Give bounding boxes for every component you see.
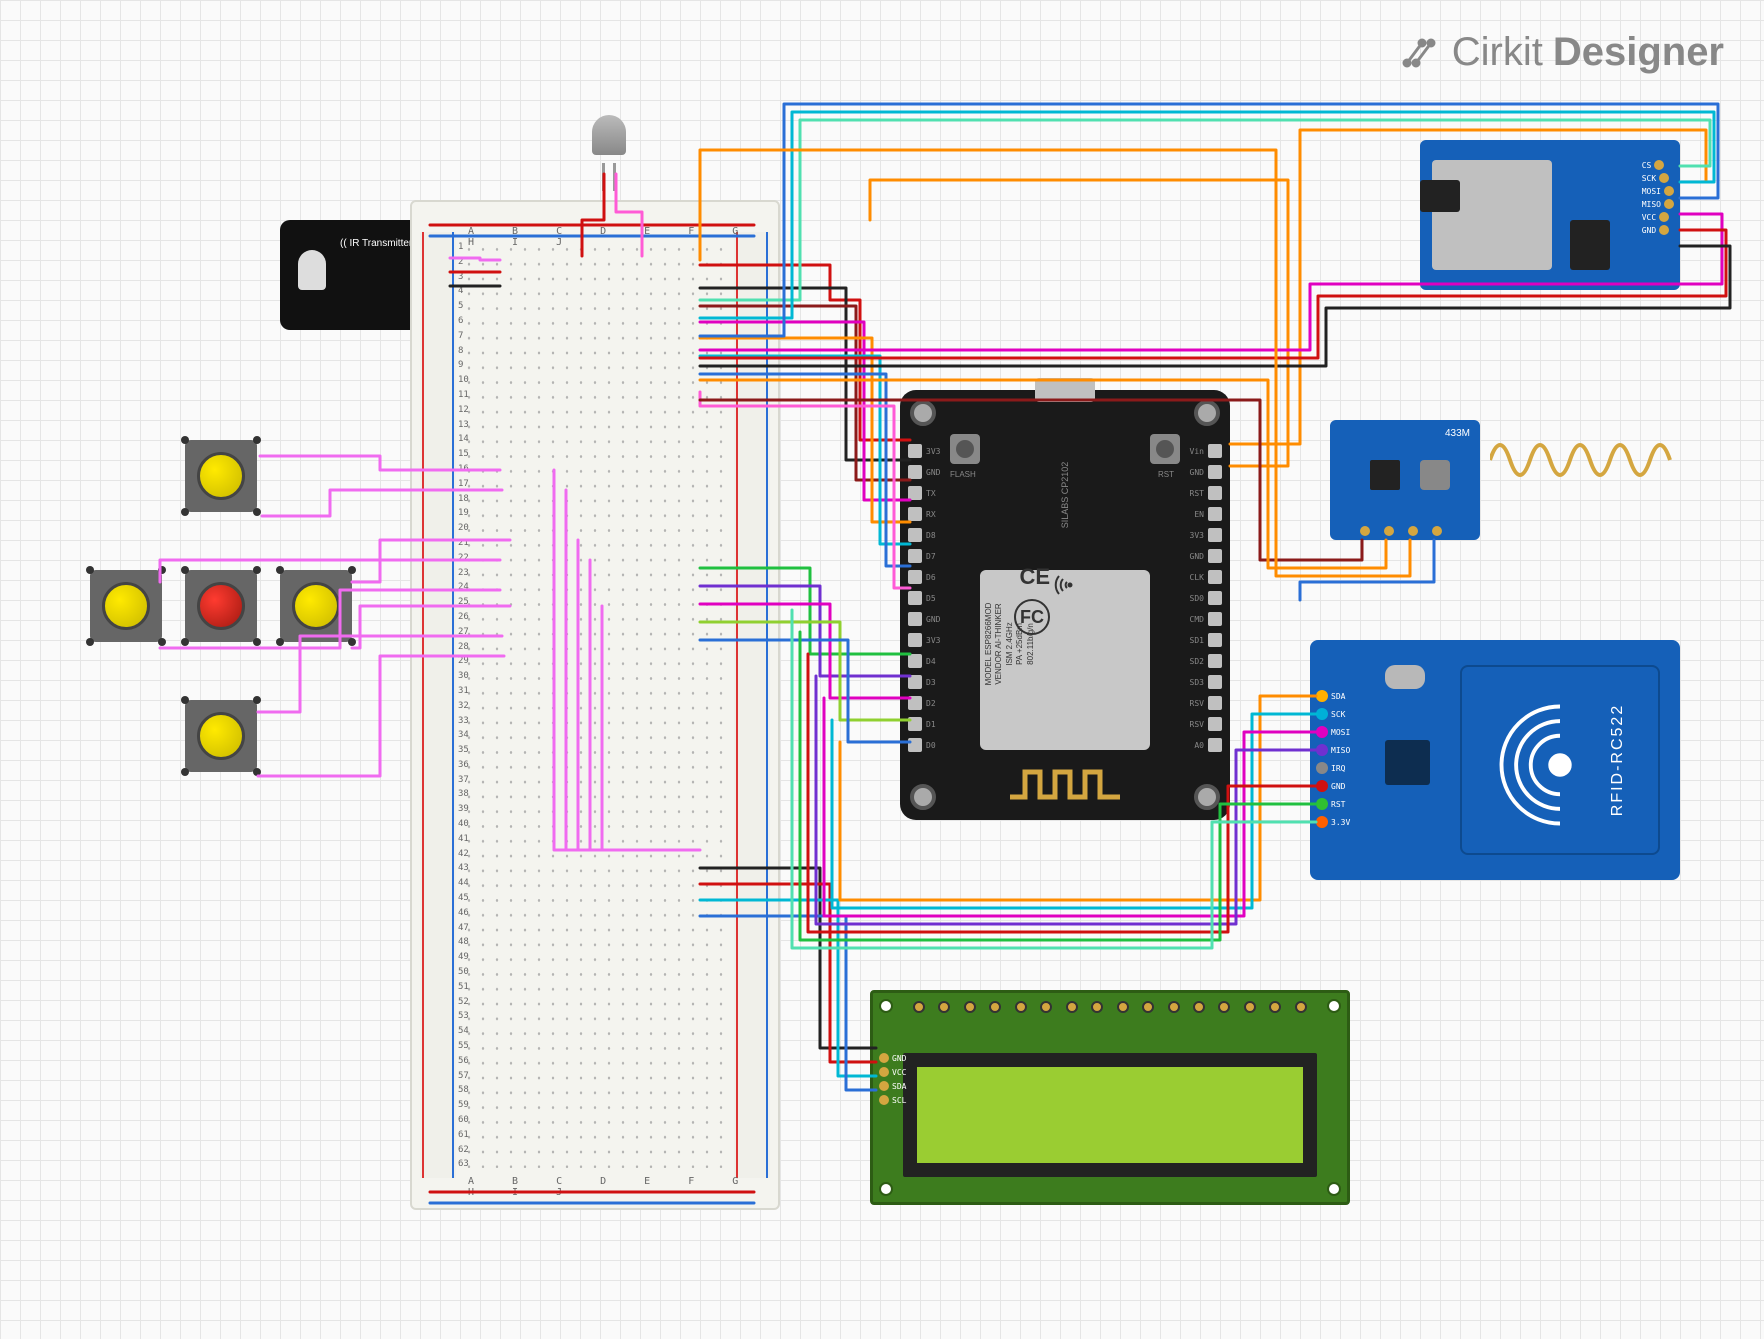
rfid-label: RFID-RC522 [1609,704,1627,816]
lcd-16x2-i2c: GNDVCCSDASCL [870,990,1350,1205]
breadboard-col-labels-bottom: A B C D E F G H I J [468,1176,778,1198]
reset-label: RST [1158,470,1174,479]
usb-chip-label: SILABS CP2102 [1060,445,1070,545]
rf-crystal-icon [1420,460,1450,490]
brand-name-1: Cirkit [1452,30,1543,75]
breadboard-rail-right [734,232,770,1178]
breadboard-rail-left [420,232,456,1178]
rfid-rc522-module: RFID-RC522 SDASCKMOSIMISOIRQGNDRST3.3V [1310,640,1680,880]
button-up[interactable] [185,440,257,512]
ir-tx-label: (( IR Transmitter [340,238,412,249]
breadboard-holes [462,242,728,1168]
rf-433-module: 433M [1330,420,1480,540]
brand-logo: Cirkit Designer [1402,30,1724,75]
ir-led-component [592,115,626,173]
button-center[interactable] [185,570,257,642]
ir-tx-led-icon [298,250,326,290]
esp-pins-left: 3V3GNDTXRXD8D7D6D5GND3V3D4D3D2D1D0 [908,444,940,752]
esp-pins-right: VinGNDRSTEN3V3GNDCLKSD0CMDSD1SD2SD3RSVRS… [1190,444,1222,752]
button-right[interactable] [280,570,352,642]
reset-button[interactable] [1150,434,1180,464]
flash-label: FLASH [950,470,976,479]
sd-regulator-icon [1570,220,1610,270]
sd-pins: CSSCKMOSIMISOVCCGND [1642,160,1674,235]
rfid-pins: SDASCKMOSIMISOIRQGNDRST3.3V [1316,690,1350,828]
pcb-antenna-icon [1005,762,1125,802]
lcd-header-pins [913,1001,1307,1017]
rf-pins [1360,526,1442,536]
wifi-icon [1050,573,1080,597]
button-left[interactable] [90,570,162,642]
flash-button[interactable] [950,434,980,464]
micro-usb-icon [1035,378,1095,402]
breadboard: A B C D E F G H I J A B C D E F G H I J … [410,200,780,1210]
esp-shield: MODEL ESP8266MOD VENDOR AI-THINKER ISM 2… [980,570,1150,750]
ce-mark: CE [1019,564,1050,590]
rfid-crystal-icon [1385,665,1425,689]
rf-spring-antenna-icon [1490,420,1690,500]
dpad-button-group [90,440,390,840]
esp8266-nodemcu: FLASH RST SILABS CP2102 MODEL ESP8266MOD… [900,390,1230,820]
lcd-i2c-pins: GNDVCCSDASCL [879,1053,906,1105]
button-down[interactable] [185,700,257,772]
rfid-chip-icon [1385,740,1430,785]
rf-label: 433M [1445,428,1470,439]
sd-slot-icon [1432,160,1552,270]
breadboard-row-labels: 1234567891011121314151617181920212223242… [458,242,469,1169]
rf-chip-icon [1370,460,1400,490]
fcc-mark: FC [1014,599,1050,635]
sd-card-module: CSSCKMOSIMISOVCCGND [1420,140,1680,290]
breadboard-col-labels-top: A B C D E F G H I J [468,226,778,248]
rfid-antenna-coil [1460,665,1660,855]
brand-name-2: Designer [1553,30,1724,75]
logo-icon [1402,33,1442,73]
lcd-screen [903,1053,1317,1177]
